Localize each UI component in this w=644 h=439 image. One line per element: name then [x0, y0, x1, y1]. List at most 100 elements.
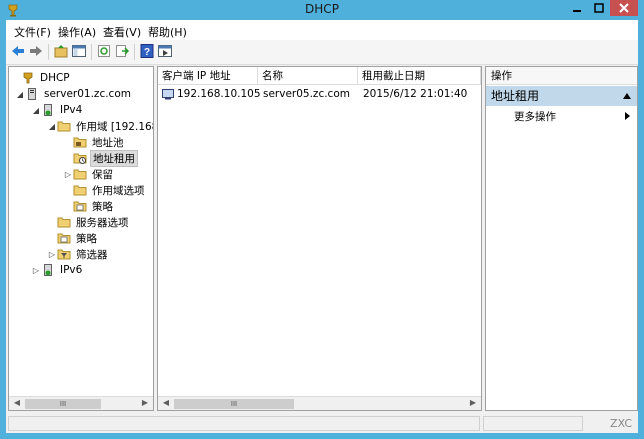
close-button[interactable] — [610, 0, 638, 16]
properties-button[interactable] — [157, 43, 173, 59]
submenu-arrow-icon — [625, 112, 630, 120]
folder-icon — [73, 185, 87, 196]
up-button[interactable] — [53, 43, 69, 59]
up-icon — [54, 45, 68, 58]
column-header-expiration[interactable]: 租用截止日期 — [358, 67, 481, 85]
column-header-name[interactable]: 名称 — [258, 67, 358, 85]
toolbar: ? — [6, 40, 638, 65]
menu-file[interactable]: 文件(F) — [14, 24, 51, 40]
tree-node-server[interactable]: ◢ server01.zc.com — [15, 86, 133, 102]
client-area: 文件(F) 操作(A) 查看(V) 帮助(H) ? DHCP ◢ server0… — [6, 20, 638, 433]
export-list-button[interactable] — [114, 43, 130, 59]
console-tree[interactable]: DHCP ◢ server01.zc.com ◢ IPv4 ◢ 作用域 [192… — [8, 66, 154, 411]
tree-node-policies[interactable]: 策略 — [47, 230, 99, 246]
scroll-thumb[interactable]: III — [25, 399, 101, 409]
forward-icon — [30, 46, 42, 56]
menu-help[interactable]: 帮助(H) — [148, 24, 187, 40]
tree-label: 保留 — [92, 168, 113, 181]
folder-icon — [73, 169, 87, 180]
tree-node-filters[interactable]: ▷ 筛选器 — [47, 246, 110, 262]
status-bar: ZXC — [6, 414, 638, 433]
results-pane[interactable]: 客户端 IP 地址 名称 租用截止日期 192.168.10.105 serve… — [157, 66, 482, 411]
collapse-icon[interactable]: ◢ — [31, 106, 41, 115]
svg-text:?: ? — [144, 47, 150, 58]
close-icon — [619, 3, 629, 13]
folder-icon — [57, 121, 71, 132]
ipv4-icon — [44, 104, 52, 116]
tree-label: 筛选器 — [76, 248, 108, 261]
help-button[interactable]: ? — [139, 43, 155, 59]
help-icon: ? — [140, 44, 154, 58]
expand-icon[interactable]: ▷ — [63, 170, 73, 179]
tree-label: 作用域 [192.168.1 — [76, 120, 153, 133]
address-pool-icon — [73, 137, 87, 148]
title-bar[interactable]: DHCP — [0, 0, 644, 20]
menu-bar: 文件(F) 操作(A) 查看(V) 帮助(H) — [6, 20, 638, 40]
list-horizontal-scrollbar[interactable]: ◀ III ▶ — [158, 396, 481, 410]
actions-header: 操作 — [486, 67, 637, 85]
back-button[interactable] — [10, 43, 26, 59]
tree-horizontal-scrollbar[interactable]: ◀ III ▶ — [9, 396, 153, 410]
collapse-section-icon[interactable] — [623, 93, 631, 99]
properties-icon — [158, 45, 172, 57]
server-icon — [28, 88, 36, 100]
filter-icon — [57, 249, 71, 260]
collapse-icon[interactable]: ◢ — [15, 90, 25, 99]
dhcp-window: DHCP 文件(F) 操作(A) 查看(V) 帮助(H) ? DHCP ◢ se… — [0, 0, 644, 439]
more-actions-item[interactable]: 更多操作 — [514, 109, 556, 124]
dhcp-icon — [23, 72, 33, 84]
tree-node-ipv6[interactable]: ▷ IPv6 — [31, 262, 84, 278]
status-segment-secondary — [483, 416, 583, 431]
scroll-left-icon[interactable]: ◀ — [11, 398, 23, 410]
forward-button[interactable] — [28, 43, 44, 59]
menu-action[interactable]: 操作(A) — [58, 24, 96, 40]
lease-ip: 192.168.10.105 — [177, 88, 261, 100]
window-title: DHCP — [305, 2, 339, 16]
maximize-button[interactable] — [588, 0, 610, 16]
refresh-button[interactable] — [96, 43, 112, 59]
export-icon — [116, 45, 130, 57]
policy-icon — [57, 233, 71, 244]
minimize-icon — [573, 10, 581, 12]
toolbar-separator — [91, 44, 92, 60]
tree-node-ipv4[interactable]: ◢ IPv4 — [31, 102, 84, 118]
show-hide-tree-button[interactable] — [71, 43, 87, 59]
scroll-left-icon[interactable]: ◀ — [160, 398, 172, 410]
scroll-right-icon[interactable]: ▶ — [467, 398, 479, 410]
address-leases-icon — [73, 153, 87, 164]
folder-icon — [57, 217, 71, 228]
policy-icon — [73, 201, 87, 212]
tree-label: DHCP — [40, 72, 70, 84]
tree-node-address-leases[interactable]: 地址租用 — [63, 149, 138, 167]
lease-client-icon — [162, 89, 174, 100]
tree-node-reservations[interactable]: ▷ 保留 — [63, 166, 115, 182]
maximize-icon — [594, 3, 604, 13]
tree-node-scope-options[interactable]: 作用域选项 — [63, 182, 147, 198]
status-segment-main — [8, 416, 480, 431]
menu-view[interactable]: 查看(V) — [103, 24, 141, 40]
actions-section-title[interactable]: 地址租用 — [486, 86, 637, 106]
tree-node-scope[interactable]: ◢ 作用域 [192.168.1 — [47, 118, 153, 134]
tree-label: 作用域选项 — [92, 184, 145, 197]
tree-label: 地址租用 — [90, 149, 138, 167]
tree-node-scope-policies[interactable]: 策略 — [63, 198, 115, 214]
tree-node-address-pool[interactable]: 地址池 — [63, 134, 126, 150]
tree-label: server01.zc.com — [44, 88, 131, 100]
actions-section-label: 地址租用 — [491, 89, 540, 103]
expand-icon[interactable]: ▷ — [47, 250, 57, 259]
scroll-right-icon[interactable]: ▶ — [139, 398, 151, 410]
refresh-icon — [98, 45, 110, 57]
table-row[interactable]: 192.168.10.105 server05.zc.com 2015/6/12… — [158, 86, 481, 102]
tree-label: 地址池 — [92, 136, 124, 149]
lease-name: server05.zc.com — [263, 88, 350, 100]
tree-node-dhcp[interactable]: DHCP — [11, 70, 72, 86]
expand-icon[interactable]: ▷ — [31, 266, 41, 275]
scroll-thumb[interactable]: III — [174, 399, 294, 409]
column-header-ip[interactable]: 客户端 IP 地址 — [158, 67, 258, 85]
lease-expiration: 2015/6/12 21:01:40 — [363, 88, 468, 100]
tree-node-server-options[interactable]: 服务器选项 — [47, 214, 131, 230]
back-icon — [12, 46, 24, 56]
minimize-button[interactable] — [566, 0, 588, 16]
collapse-icon[interactable]: ◢ — [47, 122, 57, 131]
toolbar-separator — [134, 44, 135, 60]
